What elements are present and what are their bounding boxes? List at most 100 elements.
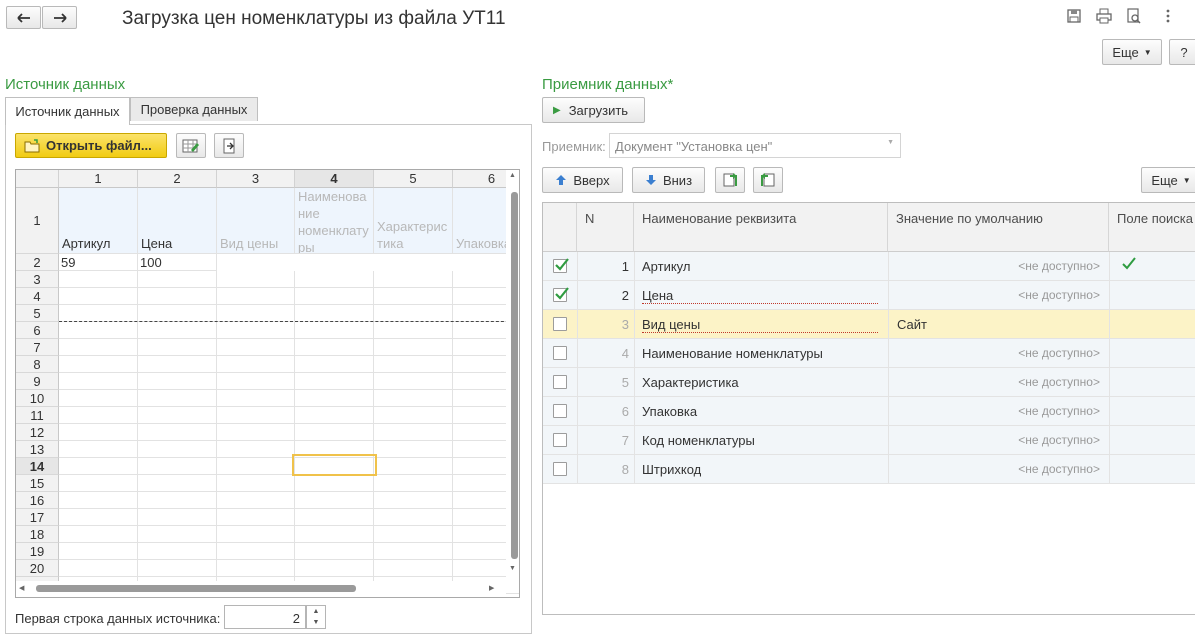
row-header[interactable]: 6	[16, 322, 59, 339]
sheet-cell[interactable]	[217, 560, 295, 577]
row-header[interactable]: 19	[16, 543, 59, 560]
sheet-cell[interactable]	[59, 543, 138, 560]
sheet-cell[interactable]	[138, 322, 217, 339]
first-row-input[interactable]: 2	[224, 605, 306, 629]
sheet-cell[interactable]	[295, 271, 374, 288]
sheet-cell[interactable]	[59, 407, 138, 424]
selected-cell[interactable]	[292, 454, 377, 476]
sheet-cell[interactable]	[374, 322, 453, 339]
sheet-cell[interactable]	[374, 288, 453, 305]
help-button[interactable]: ?	[1169, 39, 1195, 65]
sheet-cell[interactable]	[59, 509, 138, 526]
sheet-cell[interactable]	[59, 526, 138, 543]
scroll-right-icon[interactable]: ▶	[489, 584, 494, 592]
row-header[interactable]: 7	[16, 339, 59, 356]
row-header[interactable]: 3	[16, 271, 59, 288]
table-row[interactable]: 2 Цена <не доступно>	[543, 281, 1195, 310]
vertical-scroll-thumb[interactable]	[511, 192, 518, 559]
table-row[interactable]: 7 Код номенклатуры <не доступно>	[543, 426, 1195, 455]
row-checkbox[interactable]	[553, 258, 569, 273]
row-header[interactable]: 16	[16, 492, 59, 509]
row-checkbox[interactable]	[553, 462, 567, 476]
sheet-cell[interactable]	[374, 373, 453, 390]
row-header[interactable]: 15	[16, 475, 59, 492]
fields-table[interactable]: N Наименование реквизита Значение по умо…	[542, 202, 1195, 615]
sheet-cell[interactable]	[138, 509, 217, 526]
sheet-cell[interactable]: Вид цены	[217, 188, 295, 254]
sheet-cell[interactable]	[59, 424, 138, 441]
sheet-cell[interactable]	[295, 560, 374, 577]
row-header[interactable]: 4	[16, 288, 59, 305]
sheet-cell[interactable]: Артикул	[59, 188, 138, 254]
preview-icon[interactable]	[1126, 8, 1142, 24]
sheet-cell[interactable]	[374, 458, 453, 475]
row-header[interactable]: 20	[16, 560, 59, 577]
row-header[interactable]: 9	[16, 373, 59, 390]
sheet-cell[interactable]	[217, 356, 295, 373]
tab-source[interactable]: Источник данных	[5, 97, 130, 125]
row-default-value[interactable]: <не доступно>	[1018, 375, 1100, 389]
row-header[interactable]: 8	[16, 356, 59, 373]
row-default-value[interactable]: <не доступно>	[1018, 259, 1100, 273]
sheet-cell[interactable]	[217, 492, 295, 509]
row-checkbox[interactable]	[553, 375, 567, 389]
sheet-cell[interactable]	[295, 288, 374, 305]
row-checkbox[interactable]	[553, 346, 567, 360]
vertical-scrollbar[interactable]: ▲ ▼	[506, 170, 519, 579]
sheet-cell[interactable]	[59, 322, 138, 339]
check-all-button[interactable]	[715, 167, 745, 193]
sheet-cell[interactable]	[374, 509, 453, 526]
sheet-cell[interactable]	[374, 492, 453, 509]
sheet-cell[interactable]	[138, 543, 217, 560]
move-down-button[interactable]: Вниз	[632, 167, 705, 193]
row-default-value[interactable]: <не доступно>	[1018, 346, 1100, 360]
forward-button[interactable]	[42, 6, 77, 29]
scroll-down-icon[interactable]: ▼	[509, 565, 516, 572]
target-more-button[interactable]: Еще ▼	[1141, 167, 1195, 193]
sheet-cell[interactable]	[374, 526, 453, 543]
sheet-cell[interactable]	[138, 390, 217, 407]
sheet-cell[interactable]	[374, 441, 453, 458]
sheet-cell[interactable]	[59, 288, 138, 305]
row-header[interactable]: 11	[16, 407, 59, 424]
sheet-cell[interactable]	[138, 458, 217, 475]
sheet-cell[interactable]	[217, 339, 295, 356]
sheet-cell[interactable]	[138, 407, 217, 424]
sheet-cell[interactable]	[295, 305, 374, 322]
sheet-cell[interactable]	[217, 288, 295, 305]
scroll-left-icon[interactable]: ◀	[19, 584, 24, 592]
open-file-button[interactable]: Открыть файл...	[15, 133, 167, 158]
sheet-cell[interactable]	[295, 322, 374, 339]
header-name[interactable]: Наименование реквизита	[634, 203, 888, 252]
sheet-cell[interactable]	[138, 526, 217, 543]
sheet-cell[interactable]	[59, 339, 138, 356]
save-icon[interactable]	[1066, 8, 1082, 24]
sheet-cell[interactable]	[138, 373, 217, 390]
sheet-cell[interactable]	[59, 441, 138, 458]
sheet-cell[interactable]	[295, 339, 374, 356]
row-default-value[interactable]: <не доступно>	[1018, 462, 1100, 476]
row-header[interactable]: 5	[16, 305, 59, 322]
row-header[interactable]: 13	[16, 441, 59, 458]
row-checkbox[interactable]	[553, 404, 567, 418]
sheet-cell[interactable]	[374, 407, 453, 424]
horizontal-scrollbar[interactable]: ◀ ▶	[16, 581, 506, 597]
table-edit-button[interactable]	[176, 133, 206, 158]
sheet-cell[interactable]	[217, 322, 295, 339]
column-header[interactable]: 5	[374, 170, 453, 188]
more-button[interactable]: Еще ▼	[1102, 39, 1162, 65]
sheet-cell[interactable]	[295, 526, 374, 543]
column-header[interactable]: 2	[138, 170, 217, 188]
sheet-cell[interactable]: 100	[138, 254, 217, 271]
first-row-stepper[interactable]: ▲ ▼	[306, 605, 326, 629]
sheet-cell[interactable]	[59, 271, 138, 288]
sheet-cell[interactable]	[217, 305, 295, 322]
sheet-cell[interactable]	[59, 458, 138, 475]
sheet-cell[interactable]: Цена	[138, 188, 217, 254]
header-n[interactable]: N	[577, 203, 634, 252]
sheet-cell[interactable]	[138, 492, 217, 509]
sheet-cell[interactable]	[138, 305, 217, 322]
sheet-cell[interactable]	[295, 373, 374, 390]
scroll-up-icon[interactable]: ▲	[509, 172, 516, 179]
load-button[interactable]: ▶ Загрузить	[542, 97, 645, 123]
